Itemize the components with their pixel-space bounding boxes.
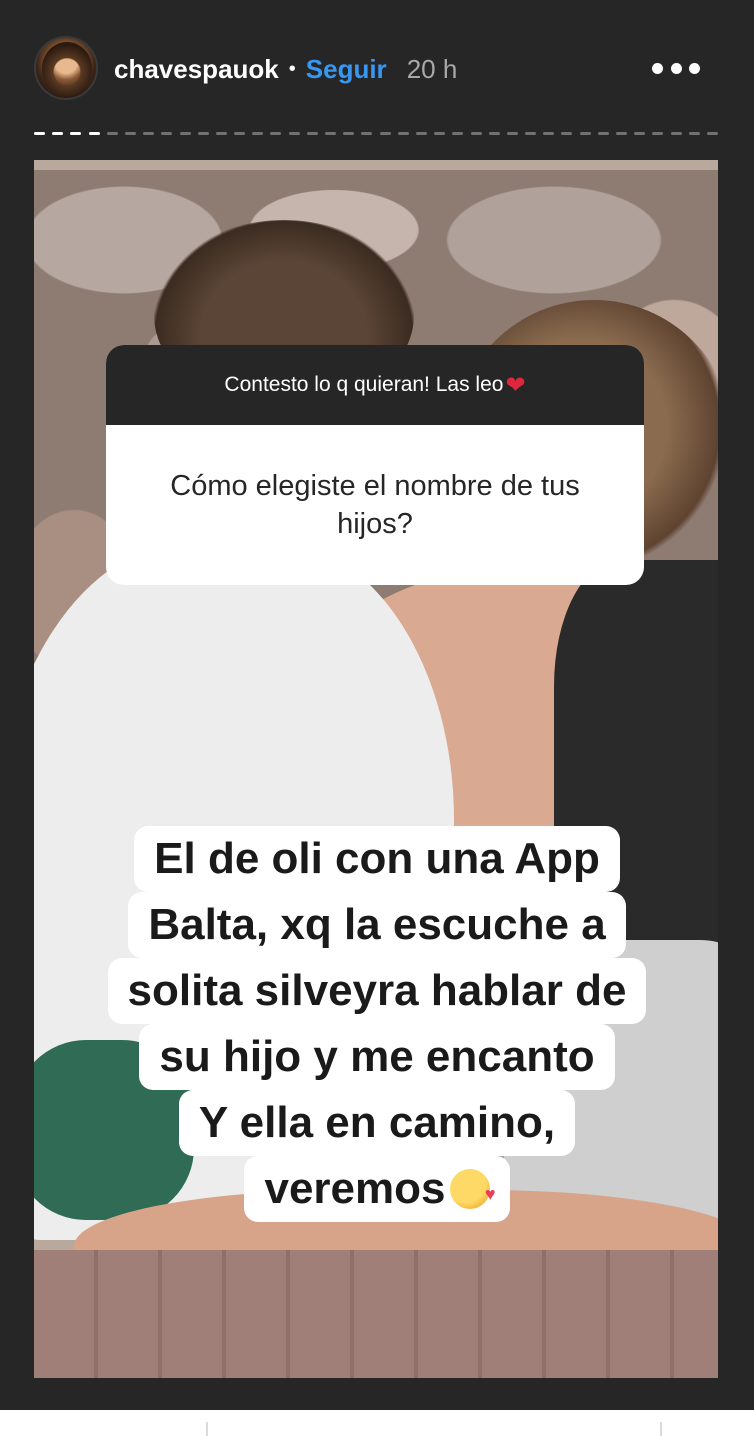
progress-segment: [597, 131, 609, 135]
photo-brick-floor: [34, 1250, 718, 1378]
answer-line-text: veremos: [264, 1164, 446, 1213]
answer-line: Balta, xq la escuche a: [128, 892, 626, 958]
answer-line: El de oli con una App: [134, 826, 620, 892]
answer-line: su hijo y me encanto: [139, 1024, 615, 1090]
answer-line-last: veremos: [244, 1156, 510, 1227]
avatar-photo: [42, 42, 92, 96]
progress-segment: [415, 131, 427, 135]
progress-segment: [488, 131, 500, 135]
progress-segment: [434, 131, 446, 135]
question-text: Cómo elegiste el nombre de tus hijos?: [170, 470, 580, 540]
progress-segment: [652, 131, 664, 135]
bottom-divider: [660, 1422, 662, 1436]
answer-line: solita silveyra hablar de: [107, 958, 647, 1024]
progress-segment: [70, 131, 82, 135]
progress-segment: [88, 131, 100, 135]
progress-segment: [270, 131, 282, 135]
dot-3: [689, 62, 700, 74]
progress-segment: [124, 131, 136, 135]
question-prompt: Contesto lo q quieran! Las leo ❤: [106, 345, 644, 425]
dot-1: [652, 62, 663, 74]
progress-segment: [688, 131, 700, 135]
progress-segment: [252, 131, 264, 135]
progress-segment: [361, 131, 373, 135]
question-sticker: Contesto lo q quieran! Las leo ❤ Cómo el…: [106, 345, 644, 585]
progress-segment: [634, 131, 646, 135]
progress-segment: [325, 131, 336, 135]
answer-line: Y ella en camino,: [178, 1090, 576, 1156]
progress-segment: [561, 131, 573, 135]
username-link[interactable]: chavespauok: [114, 54, 279, 85]
follow-button[interactable]: Seguir: [306, 54, 387, 85]
progress-segment: [579, 131, 591, 135]
avatar[interactable]: [34, 36, 98, 100]
dot-2: [670, 62, 682, 74]
progress-segment: [543, 131, 555, 135]
progress-segment: [34, 131, 45, 135]
progress-segment: [706, 131, 718, 135]
progress-segment: [143, 131, 155, 135]
story-header: chavespauok • Seguir 20 h: [114, 50, 457, 88]
progress-segment: [452, 131, 464, 135]
progress-segment: [106, 131, 118, 135]
progress-segment: [470, 131, 482, 135]
timestamp: 20 h: [406, 53, 458, 84]
story-progress-bar: [34, 131, 718, 135]
separator-dot: •: [288, 57, 296, 80]
progress-segment: [234, 131, 246, 135]
progress-segment: [215, 131, 227, 135]
more-options-icon[interactable]: [652, 56, 700, 80]
question-prompt-text: Contesto lo q quieran! Las leo: [224, 373, 504, 396]
progress-segment: [179, 131, 191, 135]
bottom-divider: [206, 1422, 208, 1436]
progress-segment: [306, 131, 318, 135]
progress-segment: [52, 131, 64, 135]
red-heart-icon: ❤: [505, 371, 526, 399]
progress-segment: [343, 131, 355, 135]
progress-segment: [379, 131, 391, 135]
progress-segment: [525, 131, 537, 135]
progress-segment: [161, 131, 173, 135]
bottom-bar: [0, 1410, 754, 1436]
progress-segment: [670, 131, 682, 135]
progress-segment: [197, 131, 209, 135]
progress-segment: [397, 131, 409, 135]
progress-segment: [506, 131, 518, 135]
answer-text: El de oli con una App Balta, xq la escuc…: [0, 826, 754, 1227]
progress-segment: [288, 131, 300, 135]
smiling-face-with-hearts-icon: [449, 1161, 496, 1227]
progress-segment: [616, 131, 627, 135]
